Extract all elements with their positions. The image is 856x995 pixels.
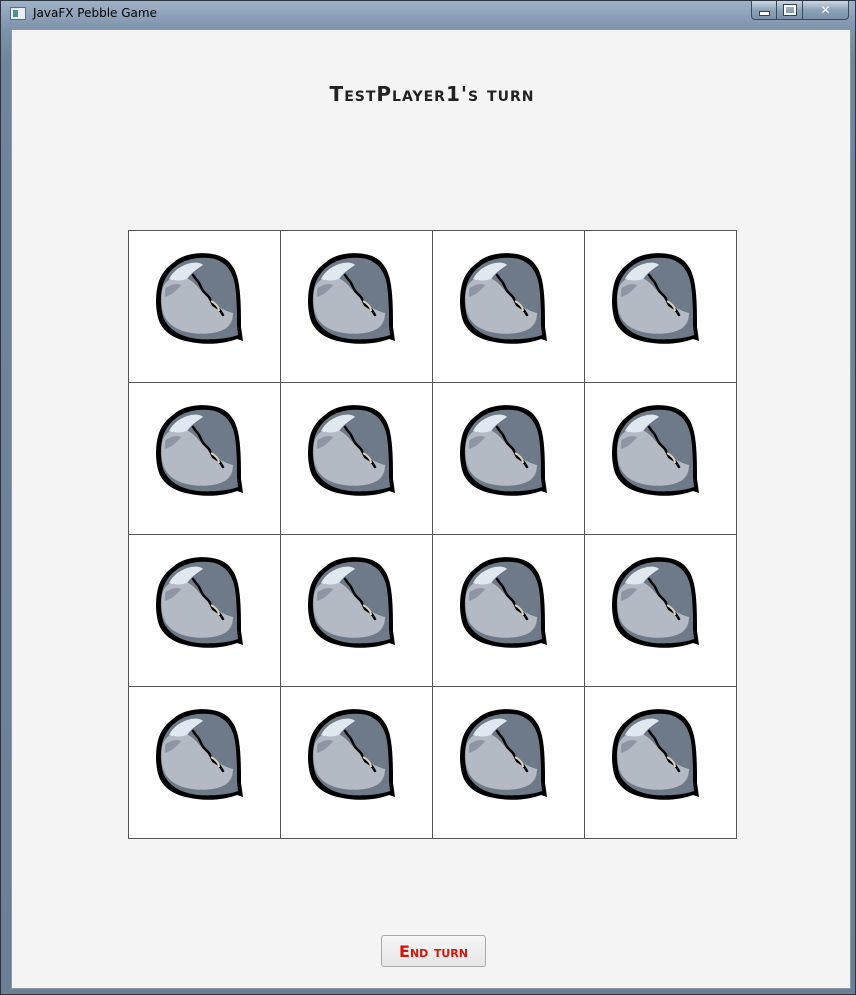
pebble-icon bbox=[308, 405, 395, 496]
app-window: JavaFX Pebble Game ✕ TestPlayer1's turn bbox=[0, 0, 856, 995]
window-controls: ✕ bbox=[751, 1, 849, 21]
pebble-icon bbox=[460, 253, 547, 344]
board-cell-r2-c1[interactable] bbox=[129, 383, 281, 535]
board-cell-r1-c3[interactable] bbox=[433, 231, 585, 383]
board-cell-r1-c1[interactable] bbox=[129, 231, 281, 383]
pebble-icon bbox=[156, 405, 243, 496]
board-cell-r2-c3[interactable] bbox=[433, 383, 585, 535]
board-cell-r4-c1[interactable] bbox=[129, 687, 281, 839]
game-panel: TestPlayer1's turn End turn bbox=[11, 29, 851, 989]
pebble-icon bbox=[460, 709, 547, 800]
board-cell-r4-c3[interactable] bbox=[433, 687, 585, 839]
board-cell-r1-c2[interactable] bbox=[281, 231, 433, 383]
pebble-icon bbox=[156, 709, 243, 800]
close-button[interactable]: ✕ bbox=[803, 1, 849, 20]
board-cell-r2-c4[interactable] bbox=[585, 383, 737, 535]
pebble-icon bbox=[460, 557, 547, 648]
pebble-board bbox=[128, 230, 737, 839]
board-cell-r1-c4[interactable] bbox=[585, 231, 737, 383]
pebble-icon bbox=[308, 253, 395, 344]
pebble-icon bbox=[612, 557, 699, 648]
minimize-button[interactable] bbox=[751, 1, 777, 20]
turn-label: TestPlayer1's turn bbox=[329, 82, 535, 106]
title-bar[interactable]: JavaFX Pebble Game ✕ bbox=[1, 1, 855, 28]
window-title: JavaFX Pebble Game bbox=[33, 6, 157, 20]
board-cell-r2-c2[interactable] bbox=[281, 383, 433, 535]
board-cell-r4-c4[interactable] bbox=[585, 687, 737, 839]
pebble-icon bbox=[156, 253, 243, 344]
app-icon bbox=[10, 7, 26, 20]
board-cell-r3-c2[interactable] bbox=[281, 535, 433, 687]
board-cell-r3-c4[interactable] bbox=[585, 535, 737, 687]
pebble-icon bbox=[460, 405, 547, 496]
maximize-icon bbox=[782, 4, 797, 16]
board-cell-r3-c3[interactable] bbox=[433, 535, 585, 687]
pebble-icon bbox=[612, 405, 699, 496]
pebble-icon bbox=[308, 557, 395, 648]
pebble-icon bbox=[612, 709, 699, 800]
board-cell-r4-c2[interactable] bbox=[281, 687, 433, 839]
minimize-icon bbox=[758, 10, 770, 16]
pebble-icon bbox=[612, 253, 699, 344]
close-icon: ✕ bbox=[820, 3, 831, 17]
pebble-icon bbox=[308, 709, 395, 800]
end-turn-button[interactable]: End turn bbox=[381, 935, 486, 967]
board-cell-r3-c1[interactable] bbox=[129, 535, 281, 687]
maximize-button[interactable] bbox=[777, 1, 803, 20]
pebble-icon bbox=[156, 557, 243, 648]
